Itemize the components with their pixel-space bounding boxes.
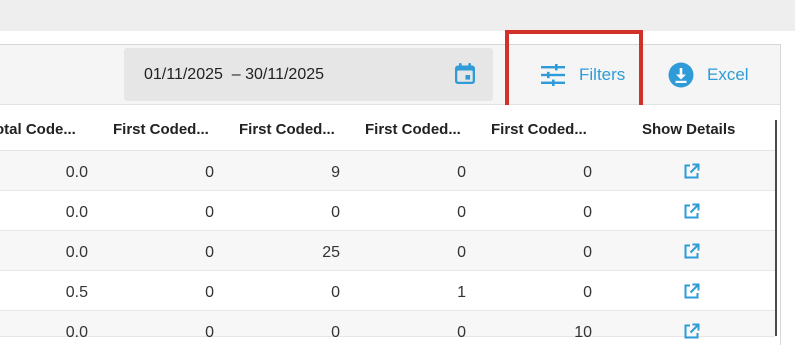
cell-total-coded: 0.0 (65, 204, 88, 221)
cell-first-coded-1: 0 (205, 324, 214, 341)
sliders-icon (541, 64, 565, 86)
cell-total-coded: 0.0 (65, 324, 88, 341)
external-link-icon[interactable] (683, 323, 700, 340)
cell-first-coded-4: 0 (583, 164, 592, 181)
date-range-picker[interactable]: 01/11/2025 – 30/11/2025 (124, 48, 493, 101)
cell-first-coded-2: 25 (322, 244, 340, 261)
cell-first-coded-4: 0 (583, 284, 592, 301)
table-row: 0.0 0 0 0 10 (0, 311, 775, 341)
external-link-icon[interactable] (683, 163, 700, 180)
vertical-scrollbar[interactable] (775, 120, 777, 336)
cell-first-coded-2: 0 (331, 284, 340, 301)
date-range-text: 01/11/2025 – 30/11/2025 (144, 66, 325, 83)
cell-total-coded: 0.0 (65, 244, 88, 261)
cell-total-coded: 0.5 (65, 284, 88, 301)
cell-first-coded-3: 0 (457, 204, 466, 221)
table-row: 0.0 0 9 0 0 (0, 151, 775, 191)
external-link-icon[interactable] (683, 243, 700, 260)
cell-first-coded-3: 1 (457, 284, 466, 301)
cell-first-coded-4: 10 (574, 324, 592, 341)
excel-export-button[interactable]: Excel (668, 60, 749, 90)
calendar-icon[interactable] (453, 62, 477, 86)
column-header-first-coded-2[interactable]: First Coded... (239, 121, 335, 138)
cell-first-coded-1: 0 (205, 164, 214, 181)
table-header: otal Code... First Coded... First Coded.… (0, 105, 775, 151)
cell-first-coded-3: 0 (457, 324, 466, 341)
excel-label: Excel (707, 65, 749, 84)
cell-total-coded: 0.0 (65, 164, 88, 181)
table-row: 0.0 0 0 0 0 (0, 191, 775, 231)
cell-first-coded-3: 0 (457, 244, 466, 261)
column-header-first-coded-4[interactable]: First Coded... (491, 121, 587, 138)
cell-first-coded-4: 0 (583, 244, 592, 261)
cell-first-coded-1: 0 (205, 244, 214, 261)
column-header-first-coded-3[interactable]: First Coded... (365, 121, 461, 138)
column-header-first-coded-1[interactable]: First Coded... (113, 121, 209, 138)
cell-first-coded-1: 0 (205, 204, 214, 221)
top-strip (0, 0, 795, 31)
cell-first-coded-4: 0 (583, 204, 592, 221)
table-row: 0.0 0 25 0 0 (0, 231, 775, 271)
column-header-total-coded[interactable]: otal Code... (0, 121, 76, 138)
cell-first-coded-2: 0 (331, 324, 340, 341)
cell-first-coded-3: 0 (457, 164, 466, 181)
filters-label: Filters (579, 65, 626, 84)
column-header-show-details: Show Details (642, 121, 736, 138)
cell-first-coded-2: 0 (331, 204, 340, 221)
cell-first-coded-2: 9 (331, 164, 340, 181)
table-row: 0.5 0 0 1 0 (0, 271, 775, 311)
download-icon (668, 62, 694, 88)
external-link-icon[interactable] (683, 203, 700, 220)
filters-button[interactable]: Filters (540, 60, 625, 90)
cell-first-coded-1: 0 (205, 284, 214, 301)
external-link-icon[interactable] (683, 283, 700, 300)
